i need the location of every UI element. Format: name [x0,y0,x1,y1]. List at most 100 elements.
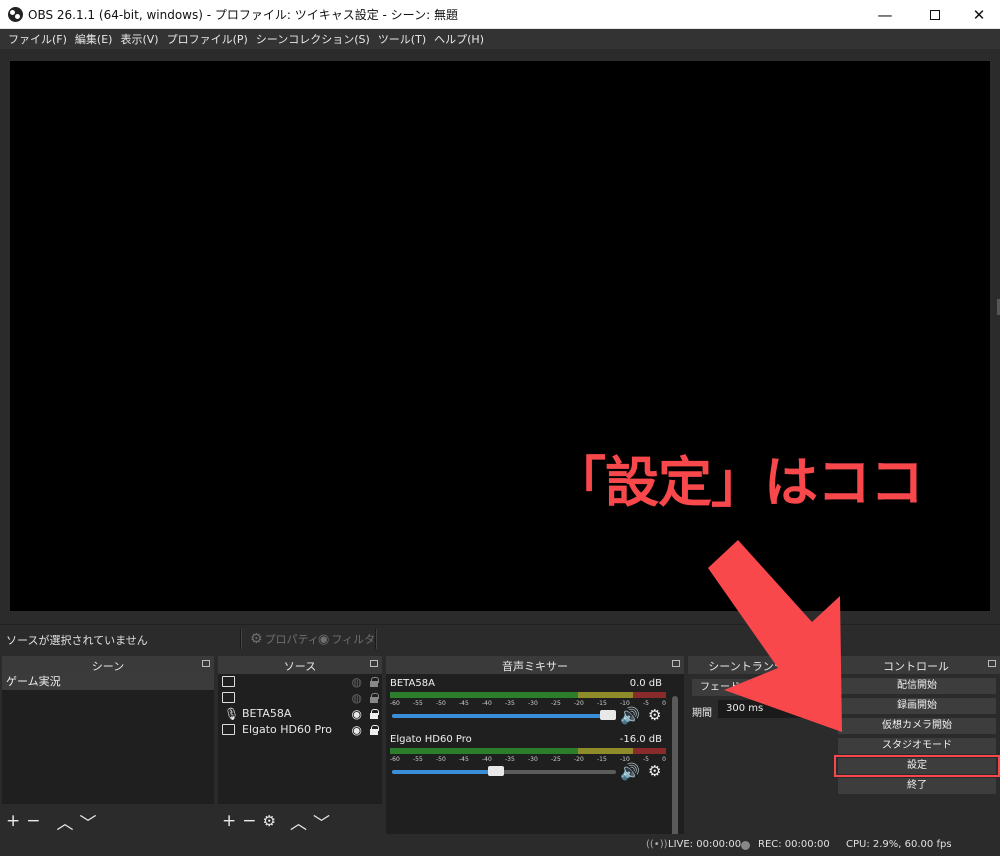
scenes-title: シーン [91,660,125,673]
scenes-dock: シーン ゲーム実況 + − ︿ ﹀ [2,656,214,834]
annotation-arrow-icon [708,540,842,732]
toolbar-divider [375,629,377,649]
gear-icon[interactable]: ⚙ [648,762,661,780]
chevron-down-icon[interactable]: ﹀ [313,809,330,834]
scenes-list: ゲーム実況 [2,674,214,804]
mixer-channel: Elgato HD60 Pro -16.0 dB -60 -55 -50 -45 -40… [388,734,668,788]
scenes-header: シーン [2,656,214,674]
preview-area [0,49,1000,624]
chevron-up-icon[interactable]: ︿ [290,809,307,834]
mixer-title: 音声ミキサー [502,660,568,673]
speaker-icon[interactable]: 🔊 [620,762,640,781]
close-button[interactable]: ✕ [956,0,1000,29]
meter-tick-label: -40 [482,756,492,763]
undock-icon[interactable] [370,660,378,667]
remove-icon[interactable]: − [26,811,40,831]
exit-button[interactable]: 終了 [838,778,996,794]
volume-meter [390,748,666,754]
eye-icon[interactable]: ◉ [352,722,362,738]
source-label: Elgato HD60 Pro [242,723,332,736]
hidden-eye-icon[interactable]: ◍ [352,690,362,706]
menu-tools[interactable]: ツール(T) [374,31,430,47]
hidden-eye-icon[interactable]: ◍ [352,674,362,690]
chevron-up-icon[interactable]: ︿ [57,809,74,834]
meter-tick-label: -45 [459,756,469,763]
meter-tick-label: -15 [597,700,607,707]
maximize-icon [930,9,940,20]
preview-canvas[interactable] [10,61,990,611]
record-dot-icon [741,841,750,850]
channel-name: Elgato HD60 Pro [390,734,472,745]
sources-header: ソース [218,656,382,674]
lock-icon[interactable] [370,693,379,703]
status-bar: ((•)) LIVE: 00:00:00 REC: 00:00:00 CPU: … [0,834,1000,856]
source-row[interactable]: 🎙 BETA58A ◉ [218,706,382,722]
sources-list: ◍ ◍ 🎙 BETA58A ◉ Elgato HD60 Pro ◉ [218,674,382,804]
camera-icon [222,724,235,735]
gear-icon: ⚙ [250,631,263,647]
volume-knob[interactable] [488,766,504,776]
scenes-toolbar: + − ︿ ﹀ [2,808,214,834]
mixer-scrollbar[interactable] [672,696,678,846]
meter-tick-label: -25 [551,756,561,763]
gear-icon[interactable]: ⚙ [263,812,276,830]
source-row[interactable]: ◍ [218,674,382,690]
menu-scene-collection[interactable]: シーンコレクション(S) [252,31,374,47]
source-row[interactable]: Elgato HD60 Pro ◉ [218,722,382,738]
sources-toolbar: + − ⚙ ︿ ﹀ [218,808,382,834]
microphone-icon: 🎙 [224,707,240,721]
mixer-channel: BETA58A 0.0 dB -60 -55 -50 -45 -40 -35 -30 -25 -… [388,678,668,732]
mixer-body: BETA58A 0.0 dB -60 -55 -50 -45 -40 -35 -30 -25 -… [386,674,684,846]
menu-help[interactable]: ヘルプ(H) [430,31,488,47]
meter-tick-label: -50 [436,700,446,707]
add-icon[interactable]: + [6,811,20,831]
undock-icon[interactable] [672,660,680,667]
meter-tick-label: -40 [482,700,492,707]
speaker-icon[interactable]: 🔊 [620,706,640,725]
properties-button[interactable]: ⚙ プロパティ [250,631,319,647]
add-icon[interactable]: + [222,811,236,831]
sources-dock: ソース ◍ ◍ 🎙 BETA58A ◉ Elgato HD60 Pro ◉ + … [218,656,382,834]
filters-button[interactable]: ◉ フィルタ [318,631,375,647]
meter-tick-label: -35 [505,756,515,763]
source-row[interactable]: ◍ [218,690,382,706]
live-status: LIVE: 00:00:00 [668,839,742,850]
meter-tick-label: 0 [662,756,666,763]
eye-icon[interactable]: ◉ [352,706,362,722]
undock-icon[interactable] [202,660,210,667]
filter-icon: ◉ [318,631,330,647]
camera-icon [222,676,235,687]
meter-tick-label: -60 [390,756,400,763]
lock-icon[interactable] [370,709,379,719]
volume-knob[interactable] [600,710,616,720]
window-icon [222,692,235,703]
title-bar: OBS 26.1.1 (64-bit, windows) - プロファイル: ツ… [0,0,1000,29]
meter-tick-label: -20 [574,700,584,707]
broadcast-icon: ((•)) [646,839,668,850]
menu-edit[interactable]: 編集(E) [71,31,117,47]
meter-tick-label: -50 [436,756,446,763]
source-status: ソースが選択されていません [6,634,148,647]
mixer-header: 音声ミキサー [386,656,684,674]
rec-status: REC: 00:00:00 [758,839,830,850]
meter-tick-label: -15 [597,756,607,763]
volume-slider[interactable] [392,766,616,776]
remove-icon[interactable]: − [242,811,256,831]
meter-tick-label: 0 [662,700,666,707]
studio-mode-button[interactable]: スタジオモード [838,738,996,754]
menu-view[interactable]: 表示(V) [116,31,162,47]
properties-label: プロパティ [264,633,319,646]
volume-meter [390,692,666,698]
chevron-down-icon[interactable]: ﹀ [80,809,97,834]
gear-icon[interactable]: ⚙ [648,706,661,724]
minimize-button[interactable]: — [862,0,908,29]
toolbar-divider [240,629,242,649]
volume-slider[interactable] [392,710,616,720]
menu-profile[interactable]: プロファイル(P) [163,31,252,47]
lock-icon[interactable] [370,725,379,735]
undock-icon[interactable] [988,660,996,667]
scene-item[interactable]: ゲーム実況 [2,674,214,690]
lock-icon[interactable] [370,677,379,687]
maximize-button[interactable] [912,0,958,29]
menu-file[interactable]: ファイル(F) [4,31,71,47]
